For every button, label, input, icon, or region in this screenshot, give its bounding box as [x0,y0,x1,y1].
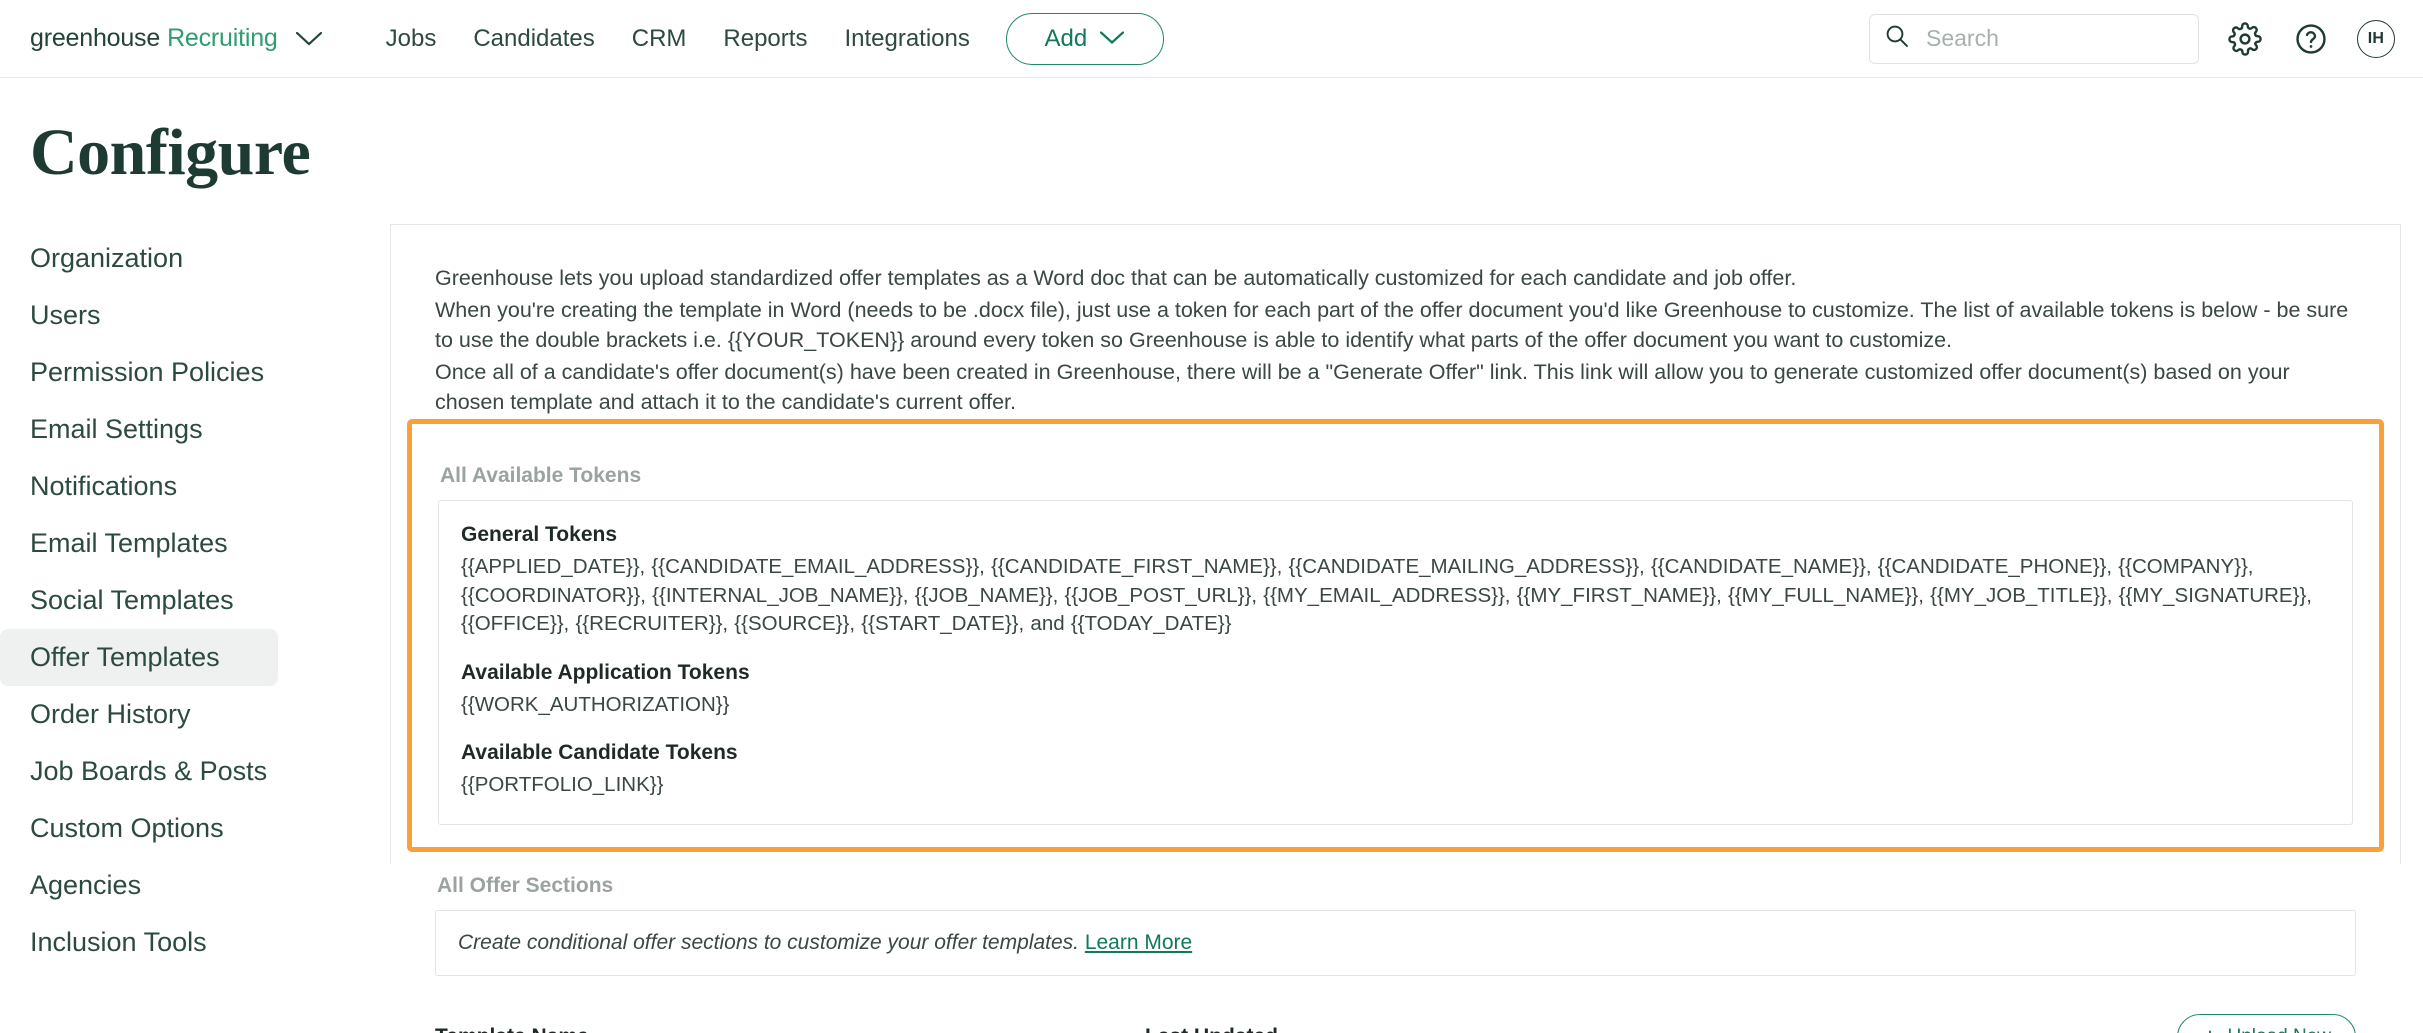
avatar-initials: IH [2367,29,2385,47]
column-header-template-name: Template Name [435,1025,1145,1033]
tokens-box: General Tokens {{APPLIED_DATE}}, {{CANDI… [438,500,2353,825]
token-group-application: Available Application Tokens {{WORK_AUTH… [461,661,2330,720]
upload-new-button[interactable]: + Upload New [2177,1013,2356,1033]
token-group-list: {{WORK_AUTHORIZATION}} [461,692,730,716]
sidebar-item-social-templates[interactable]: Social Templates [0,572,278,629]
brand-name-secondary: Recruiting [167,24,278,52]
top-navigation-bar: greenhouse Recruiting Jobs Candidates CR… [0,0,2423,78]
nav-item-candidates[interactable]: Candidates [473,25,594,53]
search-box[interactable] [1869,13,2199,64]
token-group-title: General Tokens [461,523,618,546]
add-button-label: Add [1044,24,1088,52]
avatar[interactable]: IH [2357,19,2395,58]
sidebar-item-custom-options[interactable]: Custom Options [0,800,278,857]
brand-name-primary: greenhouse [30,24,161,52]
question-circle-icon[interactable] [2291,19,2331,59]
intro-paragraph-1: Greenhouse lets you upload standardized … [435,266,1797,290]
page-title: Configure [30,116,311,189]
all-offer-sections-label: All Offer Sections [437,873,614,897]
page-layout: Organization Users Permission Policies E… [0,224,2423,1033]
brand-logo[interactable]: greenhouse Recruiting [30,24,324,53]
chevron-down-icon [1099,25,1125,53]
add-button[interactable]: Add [1005,12,1164,65]
search-input[interactable] [1924,24,2184,53]
token-group-title: Available Candidate Tokens [461,741,738,764]
nav-item-integrations[interactable]: Integrations [844,25,969,53]
intro-paragraph-3: Once all of a candidate's offer document… [435,360,2290,414]
topbar-right-group: IH [1869,13,2395,64]
learn-more-link[interactable]: Learn More [1085,931,1192,954]
primary-nav: Jobs Candidates CRM Reports Integrations [386,25,970,53]
offer-sections-text: Create conditional offer sections to cus… [458,930,1079,954]
token-group-list: {{APPLIED_DATE}}, {{CANDIDATE_EMAIL_ADDR… [461,555,2312,635]
sidebar-item-agencies[interactable]: Agencies [0,857,278,914]
token-group-general: General Tokens {{APPLIED_DATE}}, {{CANDI… [461,523,2330,639]
offer-sections-box: Create conditional offer sections to cus… [435,909,2356,976]
gear-icon[interactable] [2225,19,2265,59]
sidebar-item-notifications[interactable]: Notifications [0,458,278,515]
all-available-tokens-highlight: All Available Tokens General Tokens {{AP… [407,419,2384,852]
token-group-title: Available Application Tokens [461,660,750,684]
offer-templates-panel: Greenhouse lets you upload standardized … [390,224,2401,1033]
nav-item-jobs[interactable]: Jobs [386,25,437,53]
sidebar-item-order-history[interactable]: Order History [0,686,278,743]
intro-text-block: Greenhouse lets you upload standardized … [435,263,2356,417]
token-group-candidate: Available Candidate Tokens {{PORTFOLIO_L… [461,741,2330,800]
sidebar-item-offer-templates[interactable]: Offer Templates [0,629,278,686]
plus-icon: + [2202,1024,2217,1033]
all-available-tokens-label: All Available Tokens [440,464,642,487]
nav-item-reports[interactable]: Reports [723,25,807,53]
sidebar-item-email-templates[interactable]: Email Templates [0,515,278,572]
token-group-list: {{PORTFOLIO_LINK}} [461,773,664,796]
templates-table-header: Template Name Last Updated + Upload New [435,1013,2356,1033]
sidebar-item-permission-policies[interactable]: Permission Policies [0,344,278,401]
upload-new-label: Upload New [2228,1026,2332,1033]
chevron-down-icon[interactable] [294,30,324,48]
column-header-last-updated: Last Updated [1145,1025,1278,1033]
intro-paragraph-2: When you're creating the template in Wor… [435,298,2349,352]
search-icon [1884,23,1910,54]
sidebar-item-email-settings[interactable]: Email Settings [0,401,278,458]
sidebar-item-inclusion-tools[interactable]: Inclusion Tools [0,914,278,971]
sidebar-item-job-boards-posts[interactable]: Job Boards & Posts [0,743,278,800]
sidebar-item-users[interactable]: Users [0,287,278,344]
sidebar-item-organization[interactable]: Organization [0,230,278,287]
settings-sidebar: Organization Users Permission Policies E… [0,224,390,957]
nav-item-crm[interactable]: CRM [632,25,687,53]
